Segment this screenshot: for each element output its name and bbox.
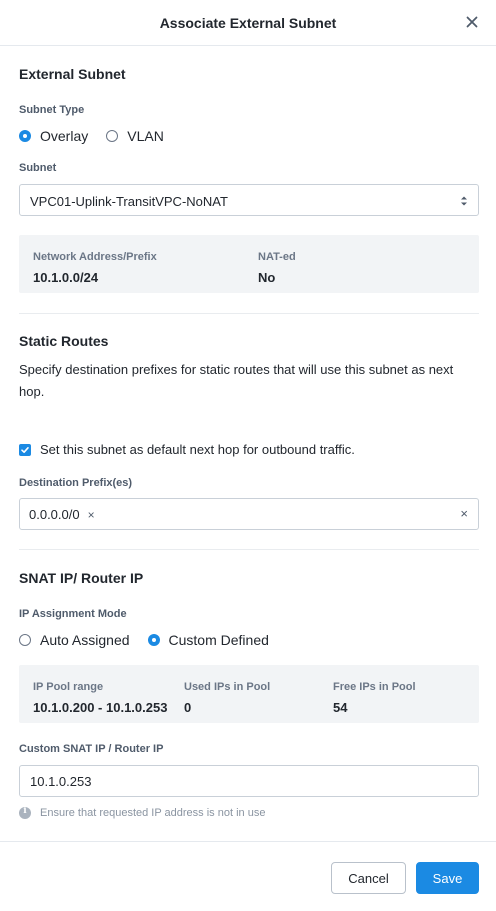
radio-vlan[interactable]: VLAN bbox=[106, 128, 164, 144]
radio-vlan-indicator[interactable] bbox=[106, 130, 119, 142]
radio-overlay-indicator[interactable] bbox=[19, 130, 31, 142]
dialog-title: Associate External Subnet bbox=[159, 15, 337, 31]
associate-external-subnet-dialog: Associate External Subnet External Subne… bbox=[0, 0, 496, 911]
custom-snat-ip-input[interactable] bbox=[19, 765, 479, 797]
ip-pool-info-panel: IP Pool range 10.1.0.200 - 10.1.0.253 Us… bbox=[19, 665, 479, 723]
section-divider bbox=[19, 313, 479, 314]
radio-custom-defined-label: Custom Defined bbox=[168, 632, 269, 648]
ip-help-row: Ensure that requested IP address is not … bbox=[19, 806, 266, 819]
close-icon bbox=[466, 16, 478, 28]
default-hop-checkbox[interactable] bbox=[19, 443, 31, 456]
radio-custom-defined-indicator[interactable] bbox=[147, 634, 160, 646]
ip-pool-range-info: IP Pool range 10.1.0.200 - 10.1.0.253 bbox=[33, 681, 167, 715]
radio-auto-assigned-label: Auto Assigned bbox=[40, 632, 130, 648]
default-hop-checkbox-row[interactable]: Set this subnet as default next hop for … bbox=[19, 442, 355, 457]
destination-prefixes-input[interactable]: 0.0.0.0/0 × × bbox=[19, 498, 479, 530]
ip-help-text: Ensure that requested IP address is not … bbox=[40, 807, 266, 819]
prefix-tag-label: 0.0.0.0/0 bbox=[29, 507, 80, 522]
prefix-tag: 0.0.0.0/0 × bbox=[29, 507, 95, 522]
subnet-type-label: Subnet Type bbox=[19, 104, 85, 116]
dialog-header: Associate External Subnet bbox=[0, 0, 496, 46]
radio-overlay-label: Overlay bbox=[40, 128, 89, 144]
nat-value: No bbox=[258, 270, 276, 285]
default-hop-label: Set this subnet as default next hop for … bbox=[40, 442, 355, 457]
ip-pool-range-value: 10.1.0.200 - 10.1.0.253 bbox=[33, 700, 168, 715]
save-button[interactable]: Save bbox=[416, 862, 479, 894]
custom-snat-ip-label: Custom SNAT IP / Router IP bbox=[19, 743, 164, 755]
dialog-footer: Cancel Save bbox=[0, 841, 496, 911]
cancel-button[interactable]: Cancel bbox=[331, 862, 406, 894]
radio-custom-defined[interactable]: Custom Defined bbox=[147, 632, 269, 648]
network-address-value: 10.1.0.0/24 bbox=[33, 270, 99, 285]
destination-prefixes-label: Destination Prefix(es) bbox=[19, 477, 133, 489]
subnet-select[interactable]: VPC01-Uplink-TransitVPC-NoNAT bbox=[19, 184, 479, 216]
close-button[interactable] bbox=[463, 13, 481, 31]
nat-info: NAT-ed No bbox=[258, 251, 296, 285]
used-ips-value: 0 bbox=[184, 700, 192, 715]
free-ips-value: 54 bbox=[333, 700, 348, 715]
radio-auto-assigned-indicator[interactable] bbox=[19, 634, 31, 646]
network-address-info: Network Address/Prefix 10.1.0.0/24 bbox=[33, 251, 157, 285]
ip-pool-range-label: IP Pool range bbox=[33, 681, 104, 693]
clear-all-icon[interactable]: × bbox=[460, 506, 468, 521]
snat-heading: SNAT IP/ Router IP bbox=[19, 570, 144, 586]
ip-assignment-mode-label: IP Assignment Mode bbox=[19, 608, 127, 620]
used-ips-info: Used IPs in Pool 0 bbox=[184, 681, 270, 715]
subnet-select-value: VPC01-Uplink-TransitVPC-NoNAT bbox=[30, 194, 228, 209]
sort-arrows-icon bbox=[461, 196, 467, 206]
info-icon bbox=[19, 806, 31, 819]
radio-auto-assigned[interactable]: Auto Assigned bbox=[19, 632, 130, 648]
used-ips-label: Used IPs in Pool bbox=[184, 681, 271, 693]
network-address-label: Network Address/Prefix bbox=[33, 251, 157, 263]
radio-vlan-label: VLAN bbox=[127, 128, 164, 144]
section-divider bbox=[19, 549, 479, 550]
subnet-label: Subnet bbox=[19, 162, 57, 174]
radio-overlay[interactable]: Overlay bbox=[19, 128, 88, 144]
checkmark-icon bbox=[21, 446, 29, 453]
static-routes-heading: Static Routes bbox=[19, 333, 109, 349]
external-subnet-heading: External Subnet bbox=[19, 66, 126, 82]
tag-remove-icon[interactable]: × bbox=[88, 508, 95, 522]
free-ips-label: Free IPs in Pool bbox=[333, 681, 416, 693]
free-ips-info: Free IPs in Pool 54 bbox=[333, 681, 416, 715]
network-info-panel: Network Address/Prefix 10.1.0.0/24 NAT-e… bbox=[19, 235, 479, 293]
static-routes-description: Specify destination prefixes for static … bbox=[19, 362, 454, 399]
ip-assignment-radio-group: Auto Assigned Custom Defined bbox=[19, 631, 287, 649]
nat-label: NAT-ed bbox=[258, 251, 296, 263]
subnet-type-radio-group: Overlay VLAN bbox=[19, 127, 182, 145]
